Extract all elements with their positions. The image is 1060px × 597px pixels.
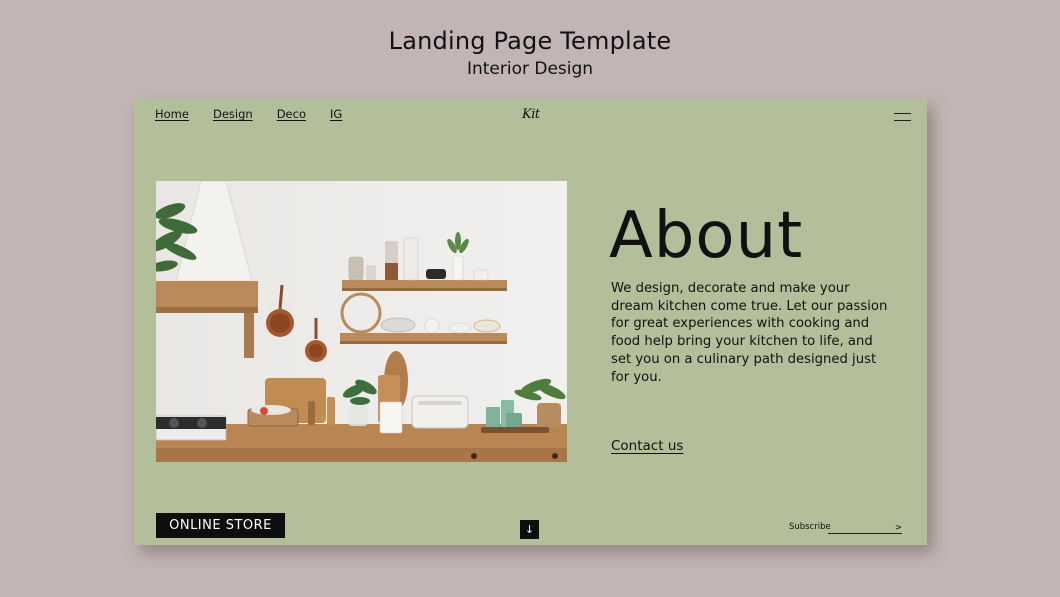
page-header: Landing Page Template Interior Design: [0, 26, 1060, 80]
online-store-button[interactable]: ONLINE STORE: [156, 513, 285, 538]
nav-ig-link[interactable]: IG: [330, 107, 342, 121]
nav-design-link[interactable]: Design: [213, 107, 253, 121]
kitchen-illustration: [156, 181, 567, 462]
menu-icon[interactable]: [894, 113, 911, 121]
about-heading: About: [609, 199, 804, 273]
page-subtitle: Interior Design: [466, 59, 594, 79]
arrow-down-icon[interactable]: ↓: [520, 520, 539, 539]
page-title: Landing Page Template: [388, 27, 672, 55]
kitchen-photo: [156, 181, 567, 462]
landing-card: Home Design Deco IG Kit About We design,…: [134, 98, 927, 545]
nav-home-link[interactable]: Home: [155, 107, 189, 121]
subscribe-input-line[interactable]: [828, 533, 902, 534]
menu-line: [894, 120, 911, 121]
subscribe-label: Subscribe: [789, 522, 831, 532]
subscribe-field[interactable]: Subscribe >: [789, 522, 902, 536]
menu-line: [894, 113, 911, 114]
nav-deco-link[interactable]: Deco: [277, 107, 306, 121]
top-nav: Home Design Deco IG: [155, 107, 342, 121]
contact-us-link[interactable]: Contact us: [611, 438, 683, 454]
arrow-right-icon[interactable]: >: [895, 523, 902, 533]
about-description: We design, decorate and make your dream …: [611, 281, 888, 385]
brand-logo[interactable]: Kit: [522, 107, 540, 122]
